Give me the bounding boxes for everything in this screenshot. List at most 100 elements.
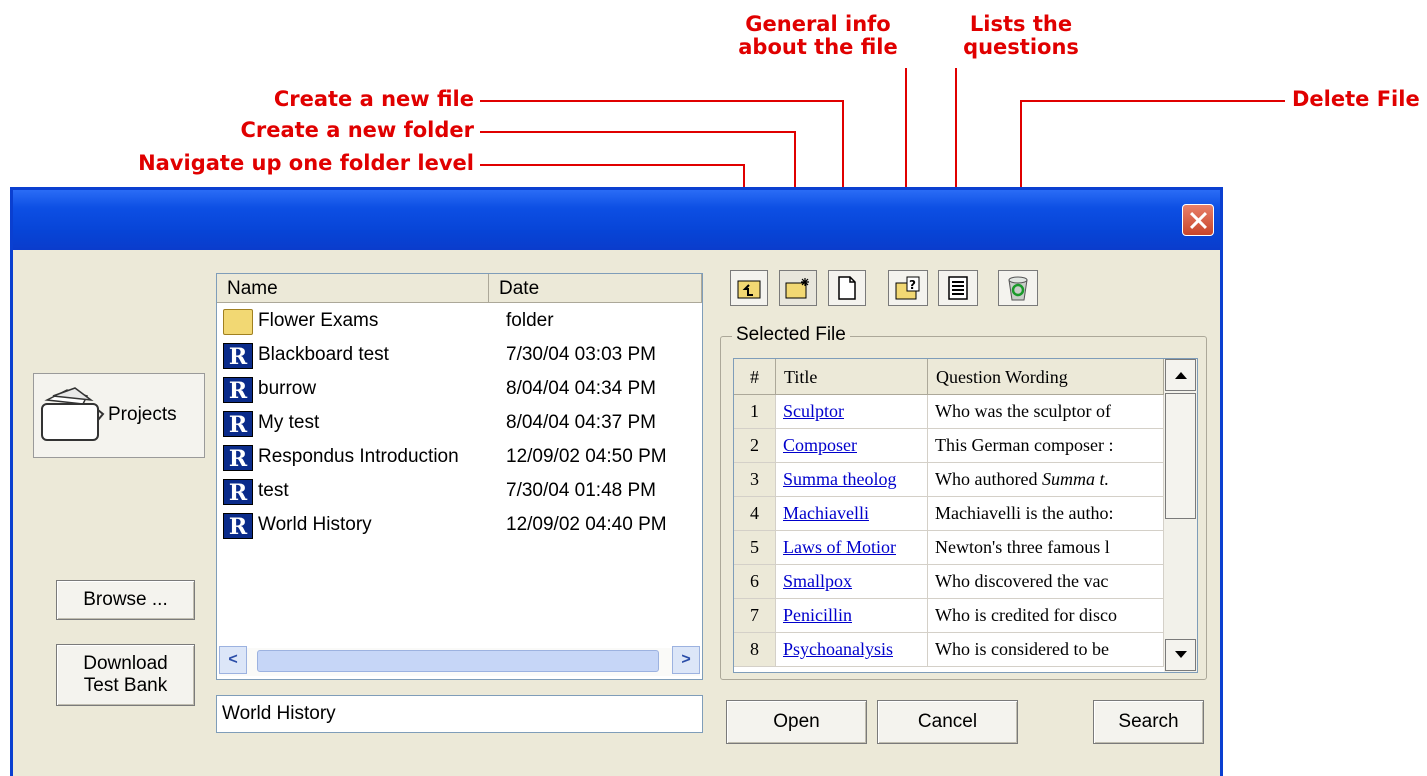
- file-date: 12/09/02 04:50 PM: [506, 446, 667, 467]
- question-title-link[interactable]: Penicillin: [776, 599, 928, 632]
- folder-icon: [223, 309, 253, 335]
- question-number: 5: [734, 531, 776, 564]
- folder-icon: [41, 387, 105, 441]
- question-wording: Who is considered to be: [928, 633, 1164, 666]
- file-list-row[interactable]: Rtest 7/30/04 01:48 PM: [220, 474, 700, 508]
- file-info-icon: ?: [895, 276, 920, 300]
- question-wording: Who is credited for disco: [928, 599, 1164, 632]
- file-date: 7/30/04 01:48 PM: [506, 480, 656, 501]
- close-button[interactable]: [1182, 204, 1214, 236]
- question-wording: Who discovered the vac: [928, 565, 1164, 598]
- up-folder-button[interactable]: [730, 270, 768, 306]
- question-wording: This German composer :: [928, 429, 1164, 462]
- file-list-row[interactable]: R My test 8/04/04 04:37 PM: [220, 406, 700, 440]
- file-name: Respondus Introduction: [258, 446, 459, 467]
- question-title-link[interactable]: Psychoanalysis: [776, 633, 928, 666]
- question-wording: Who was the sculptor of: [928, 395, 1164, 428]
- chevron-right-icon: >: [681, 651, 691, 668]
- respondus-file-icon: R: [223, 411, 253, 438]
- file-name: burrow: [258, 378, 317, 399]
- column-header-number[interactable]: #: [734, 359, 776, 395]
- respondus-file-icon: R: [223, 343, 253, 370]
- question-row[interactable]: 2 Composer This German composer :: [734, 429, 1164, 463]
- question-row[interactable]: 5 Laws of Motior Newton's three famous l: [734, 531, 1164, 565]
- triangle-down-icon: [1174, 651, 1187, 658]
- question-number: 6: [734, 565, 776, 598]
- respondus-file-icon: R: [223, 445, 253, 472]
- file-date: 8/04/04 04:34 PM: [506, 378, 656, 399]
- new-file-icon: [838, 276, 856, 300]
- file-list-row[interactable]: Flower Exams folder: [220, 304, 700, 338]
- file-list-row[interactable]: Rburrow 8/04/04 04:34 PM: [220, 372, 700, 406]
- respondus-file-icon: R: [223, 513, 253, 540]
- question-number: 2: [734, 429, 776, 462]
- question-number: 8: [734, 633, 776, 666]
- scroll-down-button[interactable]: [1165, 639, 1196, 671]
- file-date: 8/04/04 04:37 PM: [506, 412, 656, 433]
- scroll-right-button[interactable]: >: [672, 646, 700, 674]
- search-button[interactable]: Search: [1093, 700, 1204, 744]
- question-title-link[interactable]: Laws of Motior: [776, 531, 928, 564]
- list-questions-button[interactable]: [938, 270, 978, 306]
- horizontal-scrollbar[interactable]: < >: [219, 646, 700, 676]
- question-wording: Who authored Summa t.: [928, 463, 1164, 496]
- question-number: 3: [734, 463, 776, 496]
- svg-text:?: ?: [909, 278, 916, 292]
- question-row[interactable]: 3 Summa theolog Who authored Summa t.: [734, 463, 1164, 497]
- question-wording: Newton's three famous l: [928, 531, 1164, 564]
- filename-input[interactable]: World History: [216, 695, 703, 733]
- new-folder-icon: [785, 278, 809, 299]
- respondus-file-icon: R: [223, 479, 253, 506]
- column-header-name[interactable]: Name: [217, 274, 489, 303]
- question-row[interactable]: 4 Machiavelli Machiavelli is the autho:: [734, 497, 1164, 531]
- selected-file-label: Selected File: [732, 324, 850, 346]
- download-test-bank-button[interactable]: Download Test Bank: [56, 644, 195, 706]
- selected-file-group: Selected File # Title Question Wording 1…: [720, 324, 1207, 680]
- column-header-date[interactable]: Date: [489, 274, 702, 303]
- question-row[interactable]: 8 Psychoanalysis Who is considered to be: [734, 633, 1164, 667]
- file-name: World History: [258, 514, 372, 535]
- vertical-scrollbar[interactable]: [1164, 359, 1197, 672]
- question-title-link[interactable]: Smallpox: [776, 565, 928, 598]
- question-title-link[interactable]: Summa theolog: [776, 463, 928, 496]
- file-list-row[interactable]: R World History 12/09/02 04:40 PM: [220, 508, 700, 542]
- file-name: Blackboard test: [258, 344, 389, 365]
- triangle-up-icon: [1174, 372, 1187, 379]
- list-icon: [948, 276, 968, 300]
- file-date: 7/30/04 03:03 PM: [506, 344, 656, 365]
- file-info-button[interactable]: ?: [888, 270, 928, 306]
- question-title-link[interactable]: Sculptor: [776, 395, 928, 428]
- column-header-question-wording[interactable]: Question Wording: [928, 359, 1164, 395]
- scroll-thumb-vertical[interactable]: [1165, 393, 1196, 519]
- file-list-row[interactable]: R Respondus Introduction 12/09/02 04:50 PM: [220, 440, 700, 474]
- recycle-bin-icon: [1008, 276, 1028, 301]
- cancel-button[interactable]: Cancel: [877, 700, 1018, 744]
- file-list-row[interactable]: R Blackboard test 7/30/04 03:03 PM: [220, 338, 700, 372]
- question-number: 1: [734, 395, 776, 428]
- up-folder-icon: [737, 280, 761, 299]
- open-button[interactable]: Open: [726, 700, 867, 744]
- delete-file-button[interactable]: [998, 270, 1038, 306]
- question-title-link[interactable]: Composer: [776, 429, 928, 462]
- scroll-left-button[interactable]: <: [219, 646, 247, 674]
- questions-grid: # Title Question Wording 1 Sculptor Who wa…: [733, 358, 1198, 673]
- scroll-thumb-horizontal[interactable]: [257, 650, 659, 672]
- projects-button[interactable]: Projects: [33, 373, 205, 458]
- browse-button[interactable]: Browse ...: [56, 580, 195, 620]
- question-number: 7: [734, 599, 776, 632]
- chevron-left-icon: <: [228, 651, 238, 668]
- question-wording: Machiavelli is the autho:: [928, 497, 1164, 530]
- scroll-up-button[interactable]: [1165, 359, 1196, 391]
- file-name: Flower Exams: [258, 310, 379, 331]
- question-number: 4: [734, 497, 776, 530]
- file-date: 12/09/02 04:40 PM: [506, 514, 667, 535]
- new-folder-button[interactable]: [779, 270, 817, 306]
- column-header-title[interactable]: Title: [776, 359, 928, 395]
- question-title-link[interactable]: Machiavelli: [776, 497, 928, 530]
- question-row[interactable]: 7 Penicillin Who is credited for disco: [734, 599, 1164, 633]
- question-row[interactable]: 1 Sculptor Who was the sculptor of: [734, 395, 1164, 429]
- question-row[interactable]: 6 Smallpox Who discovered the vac: [734, 565, 1164, 599]
- file-name: test: [258, 480, 289, 501]
- title-bar[interactable]: [13, 190, 1220, 250]
- new-file-button[interactable]: [828, 270, 866, 306]
